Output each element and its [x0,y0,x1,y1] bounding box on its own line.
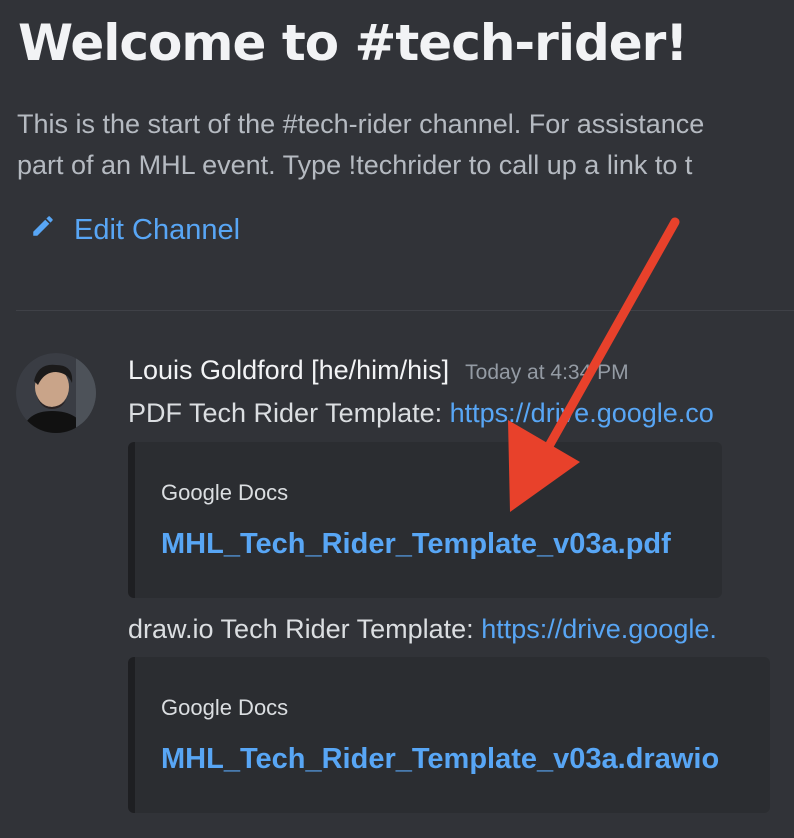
embed-title-link[interactable]: MHL_Tech_Rider_Template_v03a.pdf [161,528,671,561]
channel-divider [16,310,794,311]
embed-provider: Google Docs [161,695,289,720]
message-timestamp: Today at 4:34 PM [465,361,629,384]
message-header: Louis Goldford [he/him/his] Today at 4:3… [128,355,629,386]
message-text-pdf: PDF Tech Rider Template: [128,398,450,428]
embed-title-link[interactable]: MHL_Tech_Rider_Template_v03a.drawio [161,743,719,776]
message-text-drawio: draw.io Tech Rider Template: [128,614,482,644]
pencil-icon [30,213,56,247]
embed-drawio: Google Docs MHL_Tech_Rider_Template_v03a… [128,657,770,813]
edit-channel-button[interactable]: Edit Channel [30,210,240,250]
channel-welcome-title: Welcome to #tech-rider! [18,14,688,72]
channel-description-line-1: This is the start of the #tech-rider cha… [17,109,705,139]
channel-description-line-2: part of an MHL event. Type !techrider to… [17,150,693,180]
edit-channel-label: Edit Channel [74,213,241,246]
embed-provider: Google Docs [161,480,289,505]
drawio-drive-link[interactable]: https://drive.google. [481,614,717,644]
embed-pdf: Google Docs MHL_Tech_Rider_Template_v03a… [128,442,722,598]
user-avatar[interactable] [16,353,96,433]
message-line-drawio: draw.io Tech Rider Template: https://dri… [128,614,717,645]
pdf-drive-link[interactable]: https://drive.google.co [450,398,714,428]
message-author[interactable]: Louis Goldford [he/him/his] [128,355,449,386]
message-line-pdf: PDF Tech Rider Template: https://drive.g… [128,398,714,429]
channel-description: This is the start of the #tech-rider cha… [17,104,794,186]
